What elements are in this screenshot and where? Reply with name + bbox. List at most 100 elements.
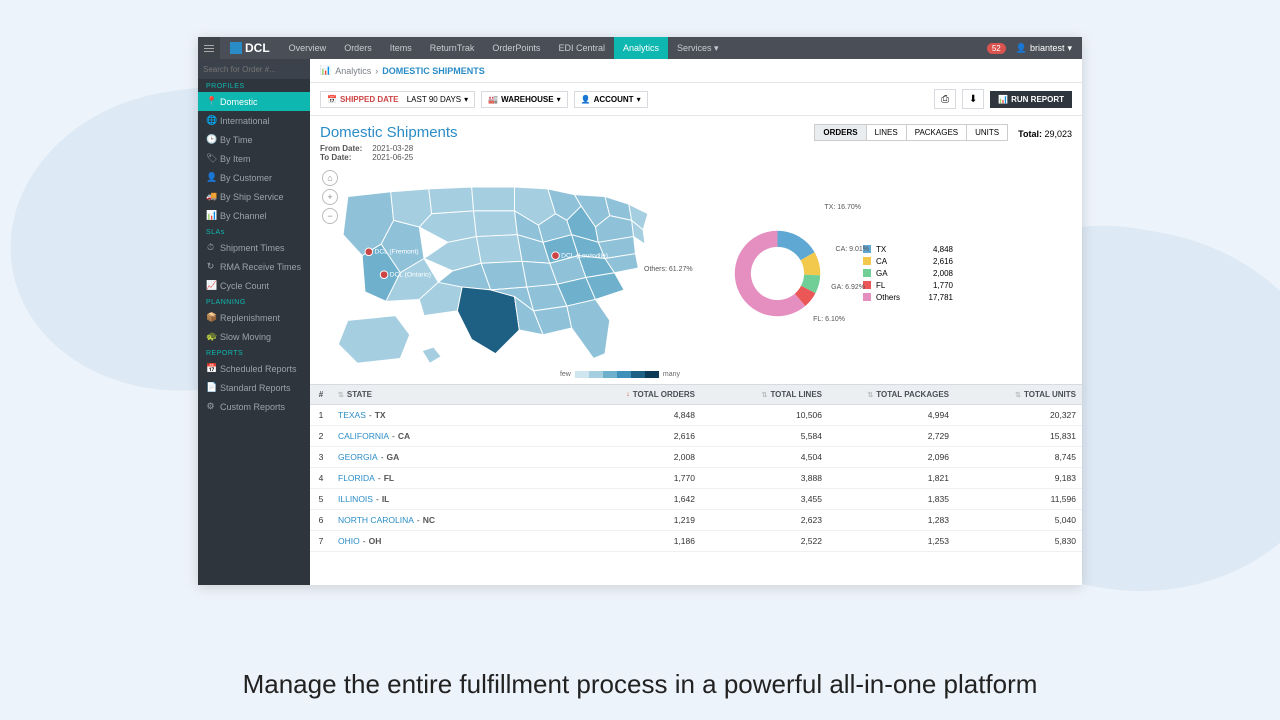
tab-units[interactable]: UNITS [967,125,1007,140]
sidebar-item-by-channel[interactable]: 📊By Channel [198,206,310,225]
sidebar-item-slow-moving[interactable]: 🐢Slow Moving [198,327,310,346]
warehouse-filter[interactable]: 🏭 WAREHOUSE ▾ [481,91,567,108]
nav-orderpoints[interactable]: OrderPoints [483,37,549,59]
chart-icon: 📊 [320,65,331,76]
map-home-button[interactable]: ⌂ [322,170,338,186]
user-menu[interactable]: 👤 briantest ▾ [1016,43,1072,54]
col-state[interactable]: ⇅STATE [332,385,574,404]
account-filter[interactable]: 👤 ACCOUNT ▾ [574,91,648,108]
marketing-caption: Manage the entire fulfillment process in… [0,667,1280,702]
map-zoom-out[interactable]: − [322,208,338,224]
sidebar-item-scheduled-reports[interactable]: 📅Scheduled Reports [198,359,310,378]
col-packages[interactable]: ⇅TOTAL PACKAGES [828,385,955,404]
nav-icon: 📊 [206,210,215,221]
table-row[interactable]: 3GEORGIA - GA2,0084,5042,0968,745 [310,447,1082,468]
total-display: Total: 29,023 [1018,126,1072,139]
col-orders[interactable]: ↓TOTAL ORDERS [574,385,701,404]
order-search[interactable]: 🔍 [198,59,310,79]
brand-logo[interactable]: DCL [220,41,280,55]
sidebar-item-by-time[interactable]: 🕒By Time [198,130,310,149]
sidebar-item-standard-reports[interactable]: 📄Standard Reports [198,378,310,397]
metric-tabs: ORDERSLINESPACKAGESUNITS [814,124,1008,141]
nav-returntrak[interactable]: ReturnTrak [421,37,484,59]
nav-analytics[interactable]: Analytics [614,37,668,59]
legend-item[interactable]: CA2,616 [863,257,953,266]
breadcrumb-current: DOMESTIC SHIPMENTS [382,66,485,76]
tab-orders[interactable]: ORDERS [815,125,866,140]
main-panel: 📊 Analytics › DOMESTIC SHIPMENTS 📅SHIPPE… [310,59,1082,585]
sidebar-item-replenishment[interactable]: 📦Replenishment [198,308,310,327]
nav-icon: 📍 [206,96,215,107]
slice-label-ca: CA: 9.01% [836,246,869,253]
nav-icon: 🏷 [206,153,215,164]
print-button[interactable]: ⎙ [934,89,956,109]
sidebar-section: PLANNING [198,295,310,308]
sidebar-item-cycle-count[interactable]: 📈Cycle Count [198,276,310,295]
tab-packages[interactable]: PACKAGES [907,125,967,140]
nav-overview[interactable]: Overview [280,37,336,59]
map-scale: few many [320,371,690,378]
svg-text:DCL (Ontario): DCL (Ontario) [390,272,431,279]
nav-icon: ↻ [206,261,215,272]
nav-icon: 🚚 [206,191,215,202]
run-report-button[interactable]: 📊 RUN REPORT [990,91,1072,108]
nav-icon: 🌐 [206,115,215,126]
sidebar-item-shipment-times[interactable]: ⏱Shipment Times [198,238,310,257]
us-map[interactable]: ⌂ + − DCL (Fremont)DCL (Ontario)DCL (Lou… [320,168,690,378]
sidebar-section: REPORTS [198,346,310,359]
sidebar-item-rma-receive-times[interactable]: ↻RMA Receive Times [198,257,310,276]
nav-orders[interactable]: Orders [335,37,381,59]
table-row[interactable]: 1TEXAS - TX4,84810,5064,99420,327 [310,405,1082,426]
breadcrumb: 📊 Analytics › DOMESTIC SHIPMENTS [310,59,1082,83]
chart-legend: TX4,848 CA2,616 GA2,008 FL1,770 Others17,781 [863,242,953,305]
table-row[interactable]: 7OHIO - OH1,1862,5221,2535,830 [310,531,1082,552]
donut-chart[interactable]: TX: 16.70% CA: 9.01% GA: 6.92% FL: 6.10%… [700,196,855,351]
col-lines[interactable]: ⇅TOTAL LINES [701,385,828,404]
nav-icon: ⏱ [206,242,215,253]
slice-label-others: Others: 61.27% [644,266,693,273]
map-zoom-in[interactable]: + [322,189,338,205]
sidebar-item-domestic[interactable]: 📍Domestic [198,92,310,111]
nav-icon: 📅 [206,363,215,374]
search-input[interactable] [203,65,313,74]
legend-item[interactable]: FL1,770 [863,281,953,290]
sidebar-item-international[interactable]: 🌐International [198,111,310,130]
slice-label-fl: FL: 6.10% [813,316,845,323]
svg-text:DCL (Louisville): DCL (Louisville) [561,253,608,260]
nav-edi-central[interactable]: EDI Central [549,37,614,59]
date-range: From Date: 2021-03-28 To Date: 2021-06-2… [320,144,458,162]
sidebar-item-by-ship-service[interactable]: 🚚By Ship Service [198,187,310,206]
sidebar-item-by-customer[interactable]: 👤By Customer [198,168,310,187]
col-units[interactable]: ⇅TOTAL UNITS [955,385,1082,404]
nav-icon: 🐢 [206,331,215,342]
breadcrumb-root[interactable]: Analytics [335,66,371,76]
shipped-date-filter[interactable]: 📅SHIPPED DATE LAST 90 DAYS ▾ [320,91,475,108]
slice-label-ga: GA: 6.92% [831,284,865,291]
sidebar-section: SLAs [198,225,310,238]
sidebar: 🔍 PROFILES📍Domestic🌐International🕒By Tim… [198,59,310,585]
sidebar-item-custom-reports[interactable]: ⚙Custom Reports [198,397,310,416]
menu-toggle[interactable] [198,37,220,59]
table-row[interactable]: 4FLORIDA - FL1,7703,8881,8219,183 [310,468,1082,489]
table-row[interactable]: 6NORTH CAROLINA - NC1,2192,6231,2835,040 [310,510,1082,531]
legend-item[interactable]: Others17,781 [863,293,953,302]
nav-icon: 📦 [206,312,215,323]
table-row[interactable]: 5ILLINOIS - IL1,6423,4551,83511,596 [310,489,1082,510]
nav-items[interactable]: Items [381,37,421,59]
col-num[interactable]: # [310,385,332,404]
notification-badge[interactable]: 52 [987,43,1006,54]
legend-item[interactable]: GA2,008 [863,269,953,278]
table-row[interactable]: 2CALIFORNIA - CA2,6165,5842,72915,831 [310,426,1082,447]
topbar: DCL OverviewOrdersItemsReturnTrakOrderPo… [198,37,1082,59]
download-button[interactable]: ⬇ [962,89,984,109]
table-header: # ⇅STATE ↓TOTAL ORDERS ⇅TOTAL LINES ⇅TOT… [310,384,1082,405]
top-nav: OverviewOrdersItemsReturnTrakOrderPoints… [280,37,728,59]
slice-label-tx: TX: 16.70% [824,204,861,211]
nav-services[interactable]: Services ▾ [668,37,728,59]
nav-icon: 📄 [206,382,215,393]
tab-lines[interactable]: LINES [867,125,907,140]
sidebar-item-by-item[interactable]: 🏷By Item [198,149,310,168]
legend-item[interactable]: TX4,848 [863,245,953,254]
nav-icon: 📈 [206,280,215,291]
sidebar-section: PROFILES [198,79,310,92]
